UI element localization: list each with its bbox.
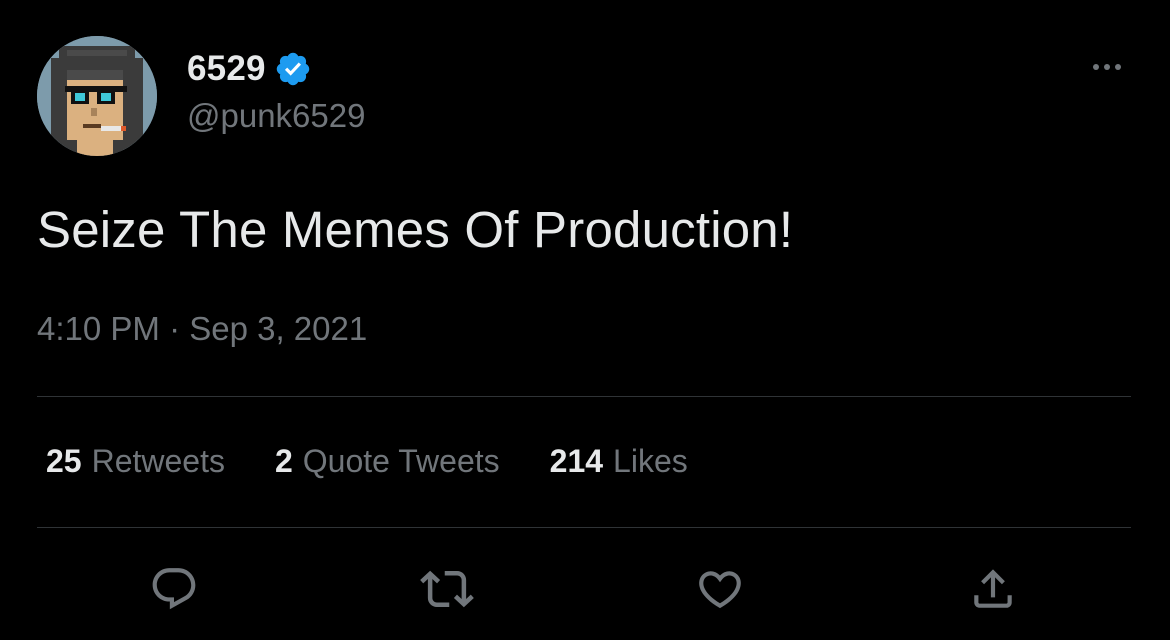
- quote-tweets-stat[interactable]: 2 Quote Tweets: [275, 443, 500, 480]
- retweets-label: Retweets: [91, 443, 225, 479]
- reply-icon: [152, 568, 196, 610]
- tweet-detail: 6529 @punk6529 Seize The Memes Of Produc…: [0, 0, 1170, 640]
- tweet-text: Seize The Memes Of Production!: [37, 201, 794, 258]
- share-button[interactable]: [966, 562, 1020, 616]
- reply-button[interactable]: [147, 562, 201, 616]
- author-name-row[interactable]: 6529: [187, 47, 312, 91]
- likes-label: Likes: [613, 443, 688, 479]
- retweets-count: 25: [46, 443, 82, 479]
- more-options-icon[interactable]: [1082, 50, 1132, 84]
- quote-tweets-count: 2: [274, 443, 293, 479]
- divider: [37, 527, 1131, 528]
- like-button[interactable]: [693, 562, 747, 616]
- verified-badge-icon: [274, 50, 312, 88]
- author-display-name[interactable]: 6529: [187, 49, 266, 89]
- avatar[interactable]: [37, 36, 157, 156]
- tweet-stats: 25 Retweets 2 Quote Tweets 214 Likes: [46, 443, 688, 480]
- author-handle[interactable]: @punk6529: [187, 97, 365, 135]
- pixel-punk-avatar-icon: [37, 36, 157, 156]
- likes-stat[interactable]: 214 Likes: [550, 443, 688, 480]
- share-icon: [974, 569, 1012, 608]
- quote-tweets-label: Quote Tweets: [302, 443, 500, 479]
- likes-count: 214: [549, 443, 604, 479]
- like-icon: [699, 571, 741, 609]
- tweet-timestamp[interactable]: 4:10 PM · Sep 3, 2021: [37, 310, 367, 348]
- divider: [37, 396, 1131, 397]
- retweet-button[interactable]: [420, 562, 474, 616]
- retweet-icon: [420, 570, 474, 608]
- retweets-stat[interactable]: 25 Retweets: [46, 443, 225, 480]
